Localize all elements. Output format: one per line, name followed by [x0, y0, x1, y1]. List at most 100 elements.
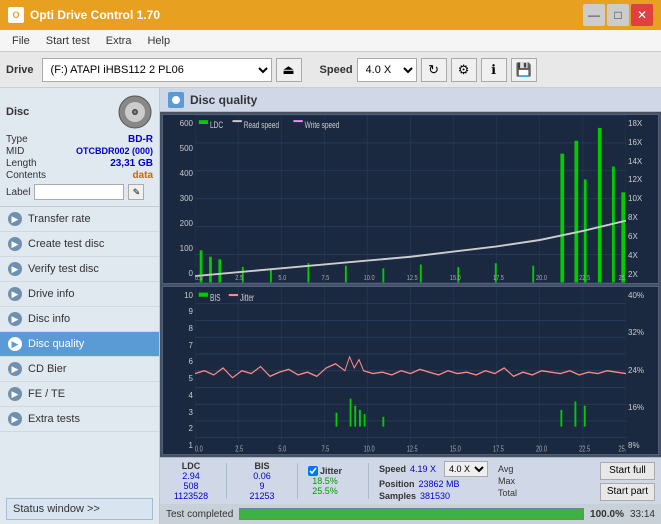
total-row-label: Total: [498, 488, 517, 498]
position-stat-label: Position: [379, 479, 415, 489]
progress-bar-outer: [239, 508, 584, 520]
create-test-disc-label: Create test disc: [28, 238, 104, 250]
drive-label: Drive: [6, 64, 34, 76]
bis-max-val: 9: [259, 481, 264, 491]
menubar: File Start test Extra Help: [0, 30, 661, 52]
sidebar-item-verify-test-disc[interactable]: ▶ Verify test disc: [0, 257, 159, 282]
sidebar-item-extra-tests[interactable]: ▶ Extra tests: [0, 407, 159, 432]
menu-file[interactable]: File: [4, 33, 38, 49]
app-title: Opti Drive Control 1.70: [30, 8, 160, 22]
svg-text:10.0: 10.0: [364, 444, 375, 453]
svg-text:17.5: 17.5: [493, 444, 504, 453]
info-button[interactable]: ℹ: [481, 58, 507, 82]
bis-total-val: 21253: [249, 491, 274, 501]
svg-text:Read speed: Read speed: [244, 120, 279, 130]
verify-test-disc-label: Verify test disc: [28, 263, 99, 275]
svg-text:5.0: 5.0: [278, 274, 286, 282]
sidebar-item-create-test-disc[interactable]: ▶ Create test disc: [0, 232, 159, 257]
drive-info-label: Drive info: [28, 288, 74, 300]
svg-text:7.5: 7.5: [321, 274, 329, 282]
ldc-avg-val: 2.94: [182, 471, 200, 481]
disc-length-label: Length: [6, 158, 37, 169]
disc-icon: [117, 94, 153, 130]
refresh-button[interactable]: ↻: [421, 58, 447, 82]
ldc-chart-svg: LDC Read speed Write speed 0.0 2.5 5.0 7…: [195, 115, 626, 283]
ldc-stats-col: LDC 2.94 508 1123528: [166, 461, 216, 501]
eject-button[interactable]: ⏏: [276, 58, 302, 82]
disc-label-label: Label: [6, 187, 30, 198]
jitter-checkbox[interactable]: [308, 466, 318, 476]
speed-label: Speed: [320, 64, 353, 76]
speed-position-col: Speed 4.19 X 4.0 X Position 23862 MB Sam…: [379, 461, 488, 501]
window-controls: — □ ✕: [583, 4, 653, 26]
status-text: Test completed: [166, 509, 233, 520]
sidebar-item-cd-bier[interactable]: ▶ CD Bier: [0, 357, 159, 382]
ldc-chart: 600 500 400 300 200 100 0: [162, 114, 659, 284]
start-full-button[interactable]: Start full: [600, 462, 655, 480]
jitter-stats-col: Jitter 18.5% 25.5%: [308, 466, 358, 496]
row-labels-col: Avg Max Total: [498, 464, 517, 498]
sidebar-item-disc-info[interactable]: ▶ Disc info: [0, 307, 159, 332]
disc-quality-label: Disc quality: [28, 338, 84, 350]
maximize-button[interactable]: □: [607, 4, 629, 26]
svg-text:20.0: 20.0: [536, 274, 547, 282]
sidebar-item-transfer-rate[interactable]: ▶ Transfer rate: [0, 207, 159, 232]
svg-text:22.5: 22.5: [579, 444, 590, 453]
samples-stat-label: Samples: [379, 491, 416, 501]
start-part-button[interactable]: Start part: [600, 483, 655, 501]
menu-extra[interactable]: Extra: [98, 33, 140, 49]
settings-button[interactable]: ⚙: [451, 58, 477, 82]
svg-text:2.5: 2.5: [235, 444, 243, 453]
svg-text:Jitter: Jitter: [240, 291, 254, 303]
jitter-max-val: 25.5%: [312, 486, 338, 496]
transfer-rate-icon: ▶: [8, 212, 22, 226]
bis-chart-inner: BIS Jitter 0.0 2.5 5.0 7.5 10.0 12.5 15.…: [195, 287, 626, 455]
disc-info-label: Disc info: [28, 313, 70, 325]
minimize-button[interactable]: —: [583, 4, 605, 26]
svg-text:20.0: 20.0: [536, 444, 547, 453]
save-button[interactable]: 💾: [511, 58, 537, 82]
disc-contents-value: data: [132, 170, 153, 181]
disc-length-value: 23,31 GB: [110, 158, 153, 169]
stats-divider-2: [297, 463, 298, 499]
jitter-header: Jitter: [320, 466, 342, 476]
svg-text:12.5: 12.5: [407, 274, 418, 282]
status-window-button[interactable]: Status window >>: [6, 498, 153, 520]
disc-label-row: Label ✎: [6, 184, 153, 200]
ldc-total-val: 1123528: [174, 491, 208, 501]
speed-stat-select[interactable]: 4.0 X: [444, 461, 488, 477]
toolbar: Drive (F:) ATAPI iHBS112 2 PL06 ⏏ Speed …: [0, 52, 661, 88]
app-icon: O: [8, 7, 24, 23]
disc-contents-label: Contents: [6, 170, 46, 181]
bis-header: BIS: [254, 461, 269, 471]
progress-bar-inner: [240, 509, 583, 519]
charts-area: 600 500 400 300 200 100 0: [160, 112, 661, 457]
position-row: Position 23862 MB: [379, 479, 488, 489]
bis-y-axis-right: 40% 32% 24% 16% 8%: [626, 287, 658, 455]
svg-text:7.5: 7.5: [321, 444, 329, 453]
bis-y-axis-left: 10 9 8 7 6 5 4 3 2 1: [163, 287, 195, 455]
disc-label-input[interactable]: [34, 184, 124, 200]
speed-select[interactable]: 4.0 X: [357, 58, 417, 82]
main-area: Disc Type BD-R MID OTCBDR002 (000) Lengt…: [0, 88, 661, 524]
sidebar-item-disc-quality[interactable]: ▶ Disc quality: [0, 332, 159, 357]
disc-quality-header: Disc quality: [160, 88, 661, 112]
menu-start-test[interactable]: Start test: [38, 33, 98, 49]
titlebar-left: O Opti Drive Control 1.70: [8, 7, 160, 23]
svg-text:25.0 GB: 25.0 GB: [619, 444, 626, 453]
close-button[interactable]: ✕: [631, 4, 653, 26]
disc-label-button[interactable]: ✎: [128, 184, 144, 200]
drive-select[interactable]: (F:) ATAPI iHBS112 2 PL06: [42, 58, 272, 82]
svg-text:15.0: 15.0: [450, 274, 461, 282]
speed-row: Speed 4.19 X 4.0 X: [379, 461, 488, 477]
jitter-avg-val: 18.5%: [312, 476, 338, 486]
menu-help[interactable]: Help: [139, 33, 178, 49]
disc-mid-label: MID: [6, 146, 24, 157]
position-stat-val: 23862 MB: [419, 479, 460, 489]
max-row-label: Max: [498, 476, 517, 486]
sidebar-item-drive-info[interactable]: ▶ Drive info: [0, 282, 159, 307]
disc-quality-title: Disc quality: [190, 93, 257, 107]
sidebar-item-fe-te[interactable]: ▶ FE / TE: [0, 382, 159, 407]
disc-section: Disc Type BD-R MID OTCBDR002 (000) Lengt…: [0, 88, 159, 207]
titlebar: O Opti Drive Control 1.70 — □ ✕: [0, 0, 661, 30]
